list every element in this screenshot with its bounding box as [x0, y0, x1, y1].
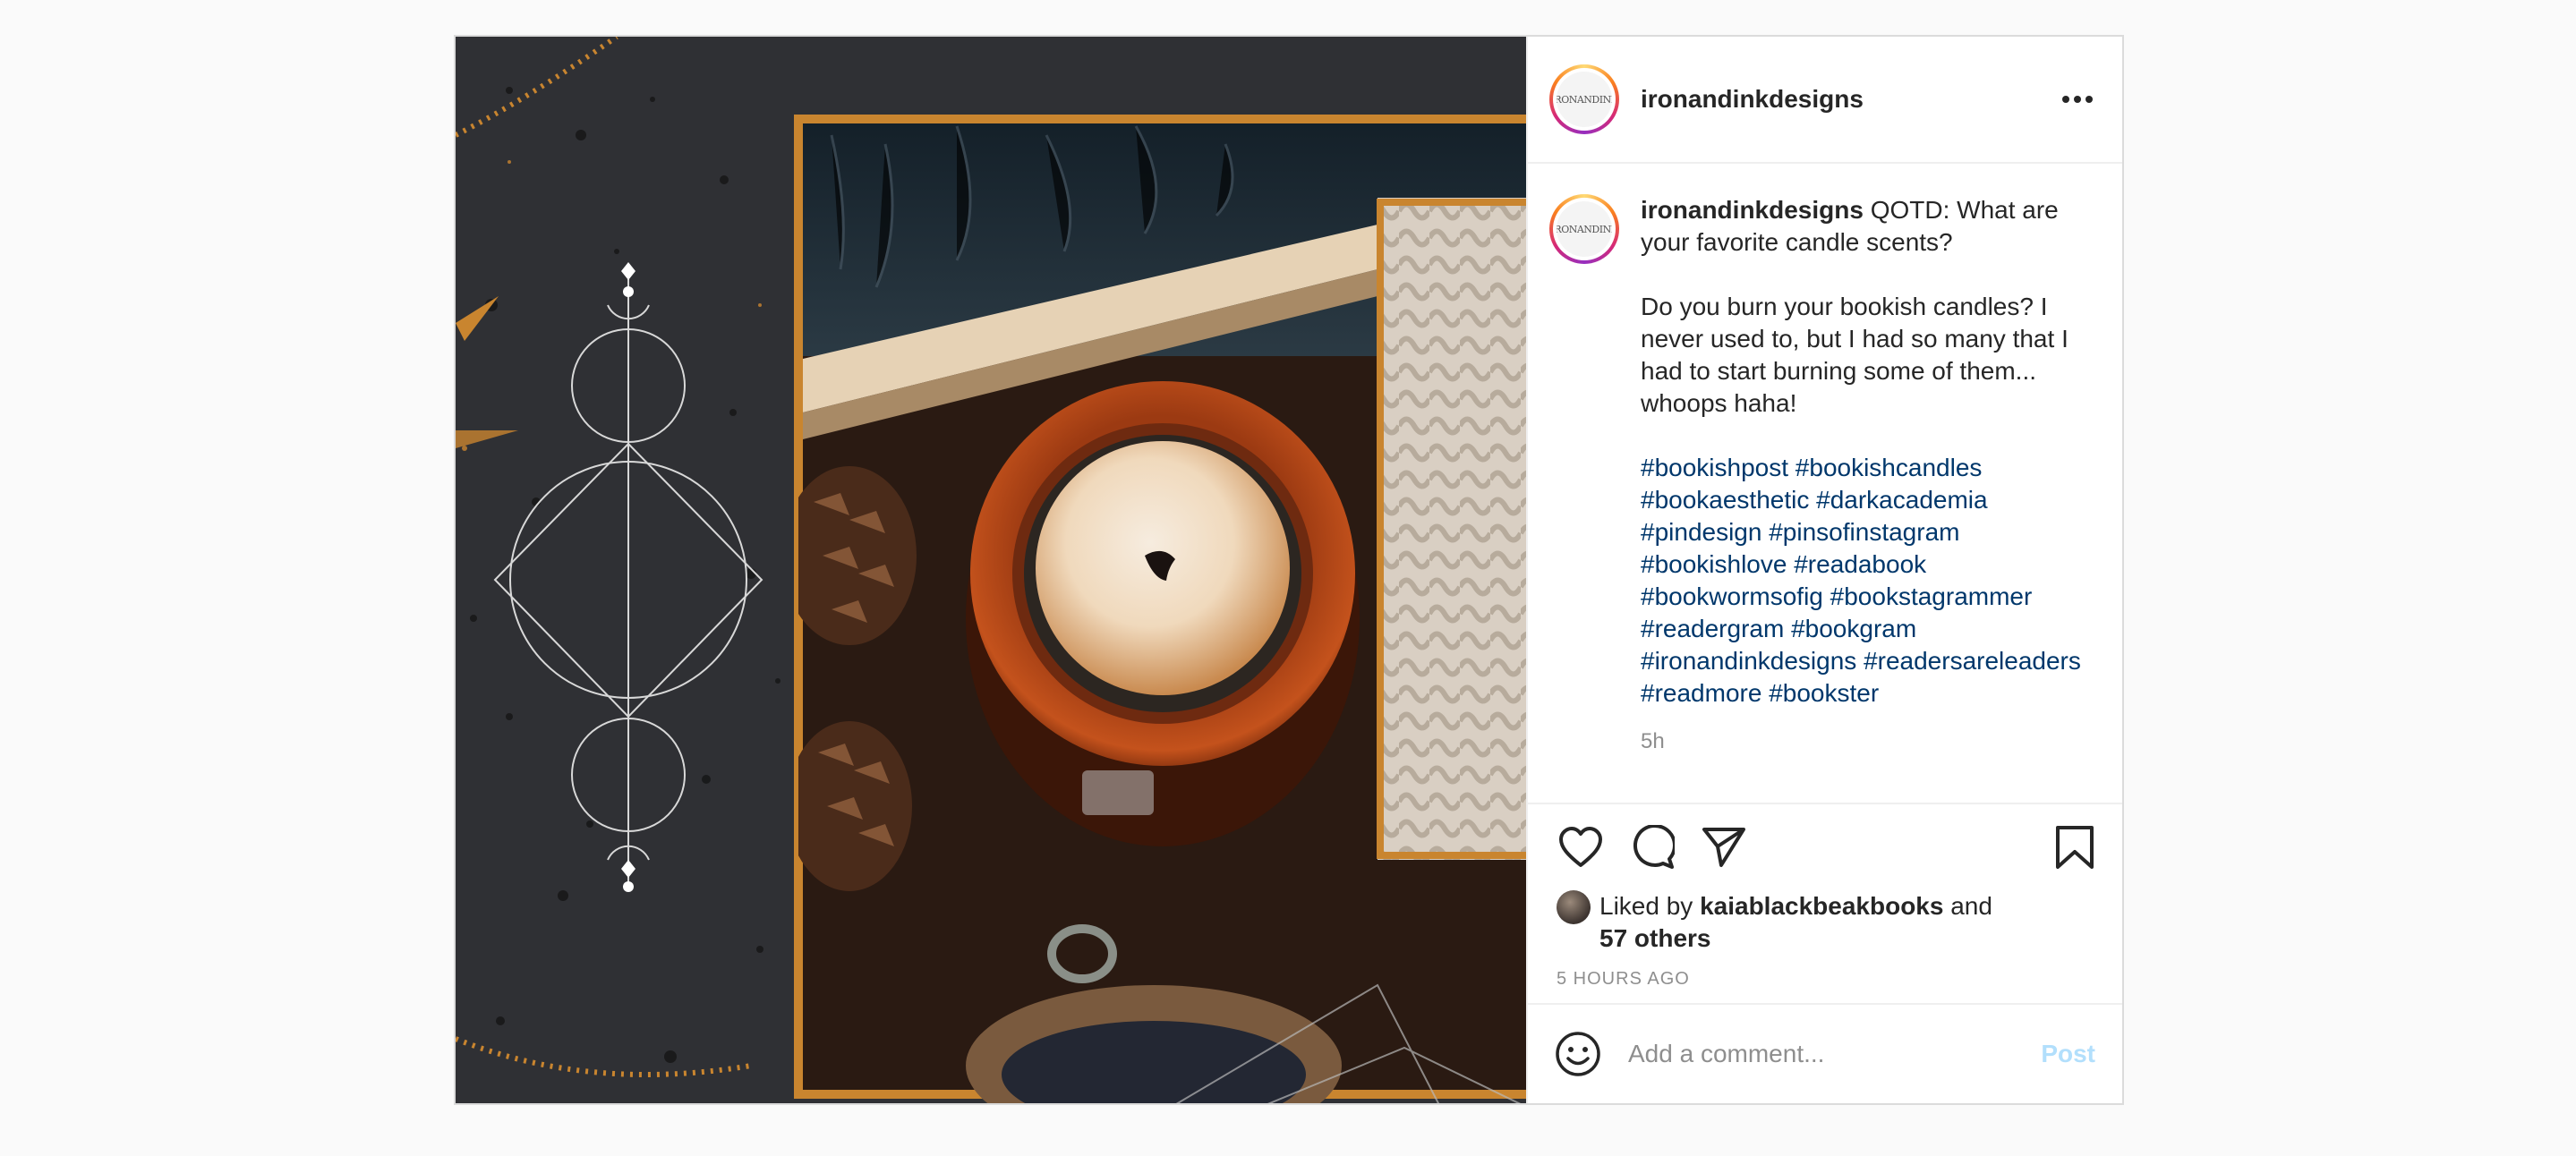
hashtag-link[interactable]: #bookgram: [1791, 615, 1916, 642]
caption-avatar-logo: IRONANDINK: [1557, 201, 1612, 257]
hashtag-link[interactable]: #bookishpost: [1641, 454, 1788, 481]
hashtag-link[interactable]: #bookstagrammer: [1830, 582, 2033, 610]
post-timestamp: 5 HOURS AGO: [1557, 969, 1690, 989]
caption-text: ironandinkdesigns QOTD: What are your fa…: [1641, 194, 2099, 710]
hashtag-link[interactable]: #bookwormsofig: [1641, 582, 1823, 610]
post-image[interactable]: [456, 37, 1526, 1103]
engagement-section: Liked by kaiablackbeakbooks and 57 other…: [1528, 803, 2122, 1003]
hashtag-link[interactable]: #readabook: [1794, 550, 1926, 578]
likes-others-link[interactable]: 57 others: [1599, 924, 1711, 952]
post-comment-button[interactable]: Post: [2041, 1040, 2095, 1068]
hashtag-link[interactable]: #ironandinkdesigns: [1641, 647, 1856, 675]
author-avatar-logo: IRONANDINK: [1557, 72, 1612, 127]
hashtag-link[interactable]: #bookishlove: [1641, 550, 1787, 578]
more-options-icon[interactable]: [2056, 81, 2099, 117]
comment-bar: Post: [1528, 1003, 2122, 1103]
likes-summary: Liked by kaiablackbeakbooks and 57 other…: [1557, 890, 2099, 955]
author-username[interactable]: ironandinkdesigns: [1641, 85, 2056, 114]
heart-icon[interactable]: [1557, 823, 1605, 871]
likes-prefix: Liked by: [1599, 892, 1701, 920]
caption-time-ago: 5h: [1641, 729, 1665, 753]
likes-middle: and: [1943, 892, 1992, 920]
hashtag-link[interactable]: #bookster: [1769, 679, 1879, 707]
action-bar: [1557, 804, 2099, 890]
hashtag-list: #bookishpost #bookishcandles #bookaesthet…: [1641, 452, 2099, 710]
caption-body: Do you burn your bookish candles? I neve…: [1641, 293, 2068, 417]
hashtag-link[interactable]: #darkacademia: [1816, 486, 1987, 514]
liker-avatar[interactable]: [1557, 890, 1591, 924]
comment-input[interactable]: [1626, 1039, 2042, 1069]
author-avatar[interactable]: IRONANDINK: [1549, 64, 1619, 134]
liker-username[interactable]: kaiablackbeakbooks: [1700, 892, 1943, 920]
instagram-post: IRONANDINK ironandinkdesigns IRONANDINK …: [454, 35, 2124, 1105]
post-image-artwork: [456, 37, 1526, 1103]
caption-author-avatar[interactable]: IRONANDINK: [1549, 194, 1619, 264]
hashtag-link[interactable]: #readergram: [1641, 615, 1784, 642]
hashtag-link[interactable]: #pinsofinstagram: [1769, 518, 1959, 546]
post-details-panel: IRONANDINK ironandinkdesigns IRONANDINK …: [1526, 37, 2122, 1103]
hashtag-link[interactable]: #readersareleaders: [1864, 647, 2081, 675]
post-header: IRONANDINK ironandinkdesigns: [1528, 37, 2122, 164]
hashtag-link[interactable]: #readmore: [1641, 679, 1761, 707]
hashtag-link[interactable]: #bookaesthetic: [1641, 486, 1809, 514]
caption-username[interactable]: ironandinkdesigns: [1641, 196, 1864, 224]
hashtag-link[interactable]: #pindesign: [1641, 518, 1761, 546]
bookmark-icon[interactable]: [2051, 823, 2099, 871]
smiley-icon[interactable]: [1555, 1031, 1601, 1077]
comment-icon[interactable]: [1628, 823, 1676, 871]
hashtag-link[interactable]: #bookishcandles: [1796, 454, 1983, 481]
caption-section: IRONANDINK ironandinkdesigns QOTD: What …: [1528, 164, 2122, 803]
paper-plane-icon[interactable]: [1700, 823, 1748, 871]
